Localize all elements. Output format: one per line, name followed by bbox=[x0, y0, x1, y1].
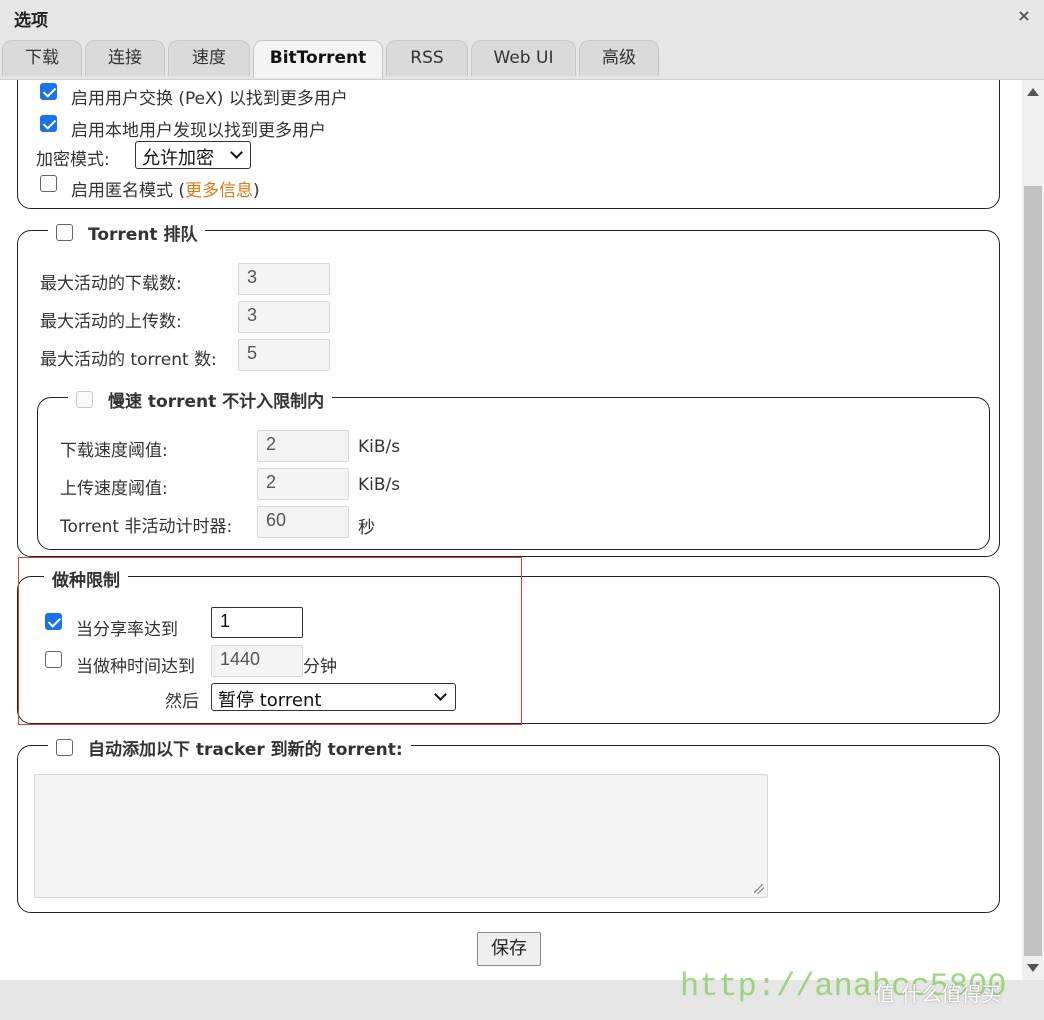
pex-label: 启用用户交换 (PeX) 以找到更多用户 bbox=[71, 89, 348, 109]
options-content: 启用用户交换 (PeX) 以找到更多用户 启用本地用户发现以找到更多用户 加密模… bbox=[0, 80, 1022, 980]
slow-torrents-checkbox[interactable] bbox=[76, 391, 93, 408]
anonymous-text: 启用匿名模式 ( bbox=[71, 181, 186, 201]
download-rate-input[interactable]: 2 bbox=[257, 430, 349, 462]
close-icon[interactable]: × bbox=[1014, 6, 1034, 26]
pex-checkbox[interactable] bbox=[40, 83, 57, 100]
queueing-legend: Torrent 排队 bbox=[48, 220, 206, 245]
tab-speed[interactable]: 速度 bbox=[168, 40, 250, 76]
anonymous-label: 启用匿名模式 (更多信息) bbox=[71, 176, 260, 201]
trackers-textarea[interactable] bbox=[34, 774, 768, 898]
anonymous-suffix: ) bbox=[253, 181, 260, 201]
resize-grip-icon[interactable] bbox=[754, 884, 764, 894]
encryption-value: 允许加密 bbox=[142, 148, 214, 169]
tab-rss[interactable]: RSS bbox=[386, 40, 468, 76]
queueing-checkbox[interactable] bbox=[56, 224, 73, 241]
trackers-checkbox[interactable] bbox=[56, 739, 73, 756]
trackers-legend: 自动添加以下 tracker 到新的 torrent: bbox=[48, 735, 411, 760]
tab-bittorrent[interactable]: BitTorrent bbox=[253, 40, 383, 78]
upload-rate-input[interactable]: 2 bbox=[257, 468, 349, 500]
tab-download[interactable]: 下载 bbox=[2, 40, 82, 76]
more-info-link[interactable]: 更多信息 bbox=[185, 181, 253, 201]
upload-rate-unit: KiB/s bbox=[358, 475, 401, 495]
tab-connection[interactable]: 连接 bbox=[85, 40, 165, 76]
max-torrents-input[interactable]: 5 bbox=[238, 339, 330, 371]
slow-torrents-legend-text: 慢速 torrent 不计入限制内 bbox=[108, 392, 325, 412]
slow-torrents-legend: 慢速 torrent 不计入限制内 bbox=[68, 387, 333, 412]
max-torrents-label: 最大活动的 torrent 数: bbox=[40, 350, 217, 370]
inactive-timer-input[interactable]: 60 bbox=[257, 506, 349, 538]
anonymous-checkbox[interactable] bbox=[40, 175, 57, 192]
lsd-checkbox[interactable] bbox=[40, 115, 57, 132]
tab-webui[interactable]: Web UI bbox=[471, 40, 576, 76]
chevron-down-icon bbox=[230, 146, 243, 159]
encryption-select[interactable]: 允许加密 bbox=[135, 141, 251, 169]
site-watermark: 值 什么值得买 bbox=[875, 982, 1002, 1006]
scroll-thumb[interactable] bbox=[1024, 186, 1042, 956]
queueing-legend-text: Torrent 排队 bbox=[88, 225, 198, 245]
save-button[interactable]: 保存 bbox=[477, 932, 541, 966]
download-rate-label: 下载速度阈值: bbox=[60, 441, 168, 461]
upload-rate-label: 上传速度阈值: bbox=[60, 479, 168, 499]
inactive-timer-unit: 秒 bbox=[358, 518, 375, 538]
scroll-up-icon[interactable] bbox=[1027, 88, 1039, 96]
scroll-down-icon[interactable] bbox=[1027, 964, 1039, 972]
inactive-timer-label: Torrent 非活动计时器: bbox=[60, 517, 233, 537]
download-rate-unit: KiB/s bbox=[358, 437, 401, 457]
vertical-scrollbar[interactable] bbox=[1022, 80, 1044, 980]
annotation-highlight-box bbox=[18, 557, 522, 725]
lsd-label: 启用本地用户发现以找到更多用户 bbox=[71, 121, 326, 141]
trackers-legend-text: 自动添加以下 tracker 到新的 torrent: bbox=[88, 740, 403, 760]
max-downloads-label: 最大活动的下载数: bbox=[40, 274, 182, 294]
max-downloads-input[interactable]: 3 bbox=[238, 263, 330, 295]
tab-advanced[interactable]: 高级 bbox=[579, 40, 659, 76]
max-uploads-input[interactable]: 3 bbox=[238, 301, 330, 333]
tab-bar: 下载 连接 速度 BitTorrent RSS Web UI 高级 bbox=[0, 36, 1044, 80]
encryption-label: 加密模式: bbox=[36, 150, 110, 170]
title-bar: 选项 × bbox=[0, 0, 1044, 36]
max-uploads-label: 最大活动的上传数: bbox=[40, 312, 182, 332]
window-title: 选项 bbox=[14, 11, 48, 31]
